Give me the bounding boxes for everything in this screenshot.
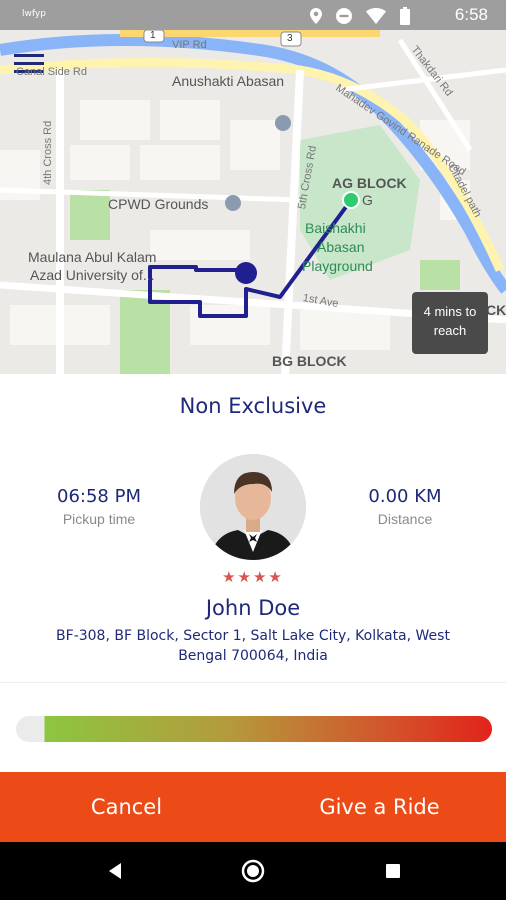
driver-avatar bbox=[200, 454, 306, 560]
anushakti-label: Anushakti Abasan bbox=[172, 73, 285, 89]
pickup-time-value: 06:58 PM bbox=[57, 486, 141, 507]
divider bbox=[0, 682, 506, 683]
action-bar: Cancel Give a Ride bbox=[0, 772, 506, 842]
do-not-disturb-icon bbox=[336, 8, 352, 24]
distance-value: 0.00 KM bbox=[368, 486, 442, 507]
baishakhi-label-1: Baishakhi bbox=[305, 220, 366, 236]
avatar-image bbox=[200, 454, 306, 560]
road-badge-1: 1 bbox=[150, 30, 156, 41]
driver-name: John Doe bbox=[205, 596, 301, 620]
location-icon bbox=[310, 8, 322, 24]
battery-icon bbox=[400, 7, 410, 25]
bg-block-label: BG BLOCK bbox=[272, 353, 347, 369]
recents-icon[interactable] bbox=[381, 859, 405, 883]
maulana-label-2: Azad University of... bbox=[30, 267, 155, 283]
wifi-icon bbox=[366, 8, 386, 24]
road-badge-3: 3 bbox=[287, 33, 293, 44]
fourth-cross-label: 4th Cross Rd bbox=[42, 120, 54, 185]
eta-tooltip: 4 mins to reach bbox=[412, 292, 488, 354]
pickup-address: BF-308, BF Block, Sector 1, Salt Lake Ci… bbox=[56, 628, 450, 664]
eta-line-1: 4 mins to bbox=[423, 304, 477, 319]
baishakhi-label-2: Abasan bbox=[317, 239, 365, 255]
ck-label: CK bbox=[486, 302, 506, 318]
maulana-label-1: Maulana Abul Kalam bbox=[28, 249, 157, 265]
back-icon[interactable] bbox=[103, 859, 127, 883]
ride-details-card: Non Exclusive 06:58 PM Pickup time 0.00 … bbox=[0, 374, 506, 772]
map-view[interactable]: 1 3 VIP Rd Canal Side Rd Thakdari Rd Anu… bbox=[0, 30, 506, 374]
ag-block-label: AG BLOCK bbox=[332, 175, 407, 191]
ride-type-title: Non Exclusive bbox=[179, 394, 327, 418]
app-tag: lwfyp bbox=[22, 9, 46, 19]
swipe-slider[interactable] bbox=[16, 716, 492, 742]
vip-rd-label: VIP Rd bbox=[172, 39, 207, 51]
status-clock: 6:58 bbox=[454, 5, 488, 24]
give-ride-button[interactable]: Give a Ride bbox=[253, 772, 506, 842]
rating-stars: ★★★★ bbox=[222, 568, 284, 586]
pickup-time-stat: 06:58 PM Pickup time bbox=[24, 486, 174, 527]
distance-stat: 0.00 KM Distance bbox=[330, 486, 480, 527]
side-rd-label: Canal Side Rd bbox=[16, 66, 87, 78]
ag-block-g-label: G bbox=[362, 192, 373, 208]
baishakhi-label-3: Playground bbox=[302, 258, 373, 274]
eta-line-2: reach bbox=[433, 323, 467, 338]
home-icon[interactable] bbox=[241, 859, 265, 883]
status-bar: lwfyp 6:58 bbox=[0, 0, 506, 30]
pickup-time-label: Pickup time bbox=[62, 511, 136, 527]
app-screen: lwfyp 6:58 1 3 VIP Rd Canal Side Rd Thak… bbox=[0, 0, 506, 900]
cpwd-label: CPWD Grounds bbox=[108, 196, 209, 212]
status-icons bbox=[310, 7, 410, 25]
cancel-button[interactable]: Cancel bbox=[0, 772, 253, 842]
distance-label: Distance bbox=[377, 511, 433, 527]
system-nav-bar bbox=[0, 842, 506, 900]
